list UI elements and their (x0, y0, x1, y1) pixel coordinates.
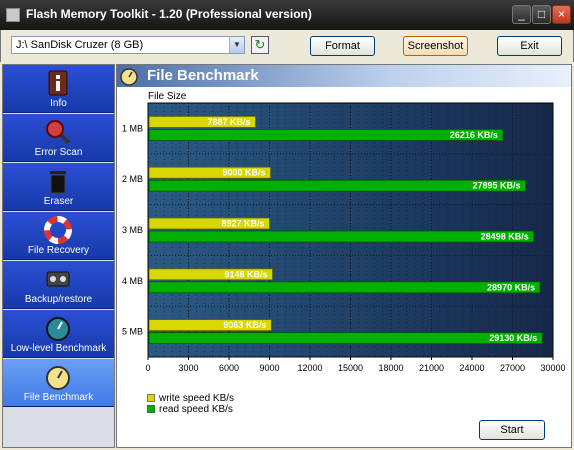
chevron-down-icon[interactable]: ▼ (229, 37, 244, 53)
bar-label-read: 28498 KB/s (481, 232, 529, 242)
x-tick-label: 21000 (419, 363, 444, 373)
y-tick-label: 1 MB (122, 123, 143, 133)
chart-legend: write speed KB/s read speed KB/s (147, 393, 234, 415)
x-tick-label: 15000 (338, 363, 363, 373)
bar-label-read: 28970 KB/s (487, 282, 535, 292)
bar-label-read: 26216 KB/s (450, 130, 498, 140)
x-tick-label: 24000 (459, 363, 484, 373)
content-header: File Benchmark (117, 65, 571, 87)
stopwatch-icon (120, 68, 138, 86)
x-tick-label: 6000 (219, 363, 239, 373)
sidebar-item-label: Backup/restore (24, 294, 93, 305)
sidebar-item-info[interactable]: Info (3, 65, 114, 113)
y-tick-label: 5 MB (122, 327, 143, 337)
screenshot-button[interactable]: Screenshot (403, 36, 468, 56)
legend-swatch-write (147, 394, 155, 402)
y-tick-label: 2 MB (122, 174, 143, 184)
stopwatch-icon (46, 317, 70, 341)
bar-label-read: 29130 KB/s (489, 333, 537, 343)
app-icon (6, 8, 20, 22)
sidebar-item-error-scan[interactable]: Error Scan (3, 114, 114, 162)
minimize-button[interactable]: _ (512, 5, 531, 24)
bar-label-write: 9063 KB/s (223, 320, 266, 330)
lifebuoy-icon (44, 216, 72, 244)
stopwatch-icon (46, 366, 70, 390)
sidebar-item-label: Eraser (43, 196, 74, 207)
start-button[interactable]: Start (479, 420, 545, 440)
exit-button[interactable]: Exit (497, 36, 562, 56)
tape-icon (46, 271, 70, 287)
y-tick-label: 4 MB (122, 276, 143, 286)
refresh-button[interactable]: ↻ (251, 36, 269, 54)
device-select-value: J:\ SanDisk Cruzer (8 GB) (16, 39, 144, 51)
bar-read (148, 281, 541, 294)
page-title: File Benchmark (147, 67, 259, 84)
x-tick-label: 9000 (259, 363, 279, 373)
sidebar: Info Error Scan Eraser File Recovery Bac… (2, 64, 115, 448)
benchmark-chart: File Size 0 3000 6000 9000 12000 15000 18000 210… (117, 87, 571, 427)
x-tick-label: 0 (145, 363, 150, 373)
sidebar-item-label: File Recovery (27, 245, 90, 256)
info-icon (48, 70, 68, 96)
x-tick-label: 18000 (378, 363, 403, 373)
bar-label-write: 8927 KB/s (221, 219, 264, 229)
sidebar-item-label: Low-level Benchmark (10, 343, 107, 354)
device-select[interactable]: J:\ SanDisk Cruzer (8 GB) ▼ (11, 36, 245, 54)
format-button[interactable]: Format (310, 36, 375, 56)
legend-item-read: read speed KB/s (147, 404, 234, 415)
toolbar: J:\ SanDisk Cruzer (8 GB) ▼ ↻ Format Scr… (0, 30, 574, 62)
trash-icon (50, 171, 66, 194)
bar-read (148, 179, 526, 192)
legend-label-read: read speed KB/s (159, 404, 233, 415)
bar-label-write: 7887 KB/s (207, 117, 250, 127)
sidebar-item-backup-restore[interactable]: Backup/restore (3, 261, 114, 309)
sidebar-item-label: Info (50, 98, 67, 109)
content-panel: File Benchmark File Size 0 3000 6000 9000 120… (116, 64, 572, 448)
sidebar-item-label: File Benchmark (23, 392, 94, 403)
legend-label-write: write speed KB/s (159, 393, 235, 404)
maximize-button[interactable]: □ (532, 5, 551, 24)
legend-item-write: write speed KB/s (147, 393, 234, 404)
x-tick-label: 27000 (500, 363, 525, 373)
bar-label-write: 9148 KB/s (224, 269, 267, 279)
refresh-icon: ↻ (254, 37, 266, 52)
sidebar-item-label: Error Scan (34, 147, 83, 158)
sidebar-item-file-benchmark[interactable]: File Benchmark (3, 359, 114, 407)
bar-read (148, 332, 543, 345)
bar-label-write: 9000 KB/s (222, 168, 265, 178)
sidebar-item-eraser[interactable]: Eraser (3, 163, 114, 211)
legend-swatch-read (147, 405, 155, 413)
sidebar-item-file-recovery[interactable]: File Recovery (3, 212, 114, 260)
x-tick-label: 3000 (178, 363, 198, 373)
close-button[interactable]: × (552, 5, 571, 24)
window-title: Flash Memory Toolkit - 1.20 (Professiona… (26, 7, 312, 21)
x-tick-label: 12000 (297, 363, 322, 373)
sidebar-item-low-level-benchmark[interactable]: Low-level Benchmark (3, 310, 114, 358)
x-tick-label: 30000 (540, 363, 565, 373)
title-bar: Flash Memory Toolkit - 1.20 (Professiona… (0, 0, 574, 30)
y-tick-label: 3 MB (122, 225, 143, 235)
magnifier-icon (46, 120, 71, 145)
bar-read (148, 230, 535, 243)
benchmark-chart-svg: File Size 0 3000 6000 9000 12000 15000 18000 210… (122, 91, 566, 373)
y-axis-title: File Size (148, 91, 187, 102)
bar-label-read: 27895 KB/s (473, 181, 521, 191)
